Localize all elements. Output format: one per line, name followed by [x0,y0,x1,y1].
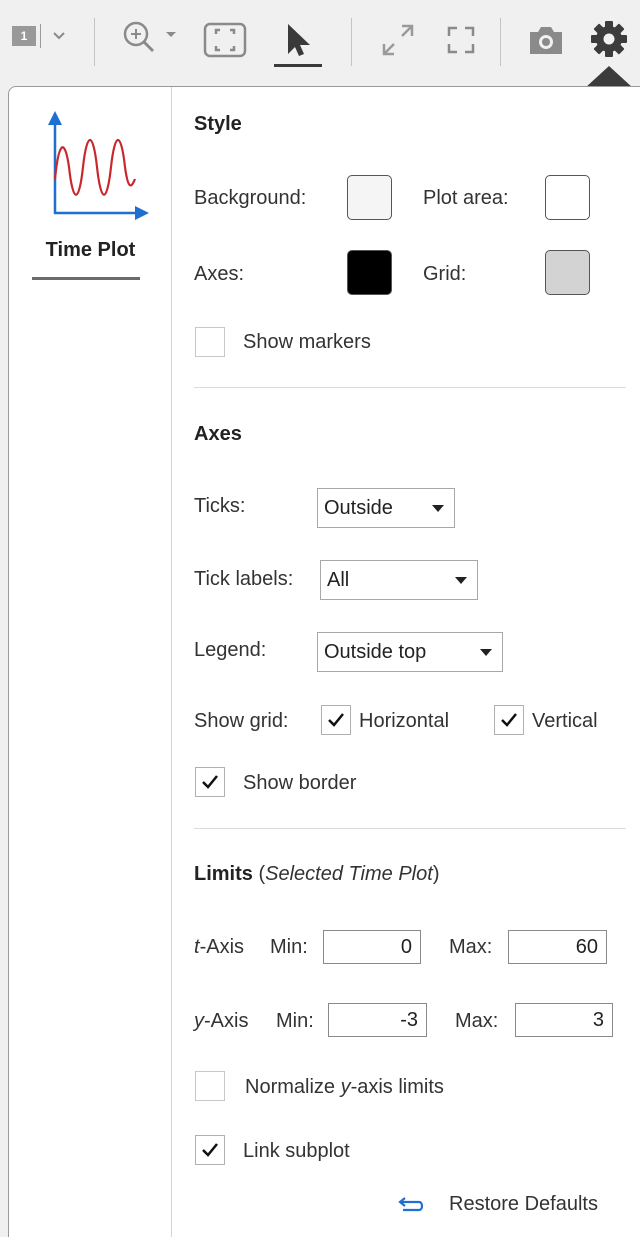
show-grid-label: Show grid: [194,710,289,732]
background-color-swatch[interactable] [347,175,392,220]
tick-labels-dropdown-value: All [327,568,350,591]
limits-heading: Limits (Selected Time Plot) [194,863,439,886]
selected-tab-indicator [32,277,140,280]
tick-labels-dropdown[interactable]: All [320,560,478,600]
restore-defaults-button[interactable]: Restore Defaults [397,1193,598,1216]
toolbar-separator [351,18,352,66]
zoom-button[interactable] [118,18,188,58]
plot-area-color-swatch[interactable] [545,175,590,220]
axes-color-swatch[interactable] [347,250,392,295]
time-plot-label: Time Plot [45,239,136,261]
snapshot-button[interactable] [522,20,570,60]
horizontal-grid-checkbox[interactable] [321,705,351,735]
limits-heading-label: Limits [194,863,253,885]
t-min-label: Min: [270,936,308,958]
expand-button[interactable] [376,18,420,62]
time-plot-thumbnail-icon [48,111,149,220]
chevron-down-icon [455,577,467,584]
axes-color-label: Axes: [194,263,245,285]
style-heading: Style [194,113,242,135]
toolbar: 1 [0,0,640,88]
vertical-grid-checkbox[interactable] [494,705,524,735]
limits-heading-paren-open: ( [252,863,266,885]
section-divider [194,387,626,388]
y-min-label: Min: [276,1010,314,1032]
page-number-badge: 1 [12,26,36,46]
section-divider [194,828,626,829]
link-subplot-label: Link subplot [243,1140,350,1162]
limits-heading-paren-close: ) [432,863,440,885]
checkmark-icon [202,775,218,789]
legend-dropdown[interactable]: Outside top [317,632,503,672]
fullscreen-button[interactable] [441,20,481,60]
fullscreen-icon [447,26,475,54]
restore-defaults-label: Restore Defaults [449,1193,598,1215]
tick-labels-label: Tick labels: [194,568,294,590]
settings-button[interactable] [585,14,633,68]
checkmark-icon [501,713,517,727]
show-markers-checkbox[interactable] [195,327,225,357]
legend-label: Legend: [194,639,267,661]
grid-color-swatch[interactable] [545,250,590,295]
y-axis-suffix: -Axis [204,1010,249,1032]
t-axis-suffix: -Axis [199,936,245,958]
y-axis-variable: y [194,1010,204,1032]
cursor-arrow-icon [274,24,322,67]
chevron-down-icon [480,649,492,656]
normalize-variable: y [340,1076,351,1098]
normalize-y-axis-label: Normalize y-axis limits [245,1076,444,1099]
time-plot-tab[interactable]: Time Plot [9,87,172,287]
show-border-label: Show border [243,772,357,794]
fit-to-view-button[interactable] [200,18,250,62]
badge-divider [40,24,41,48]
toolbar-separator [94,18,95,66]
expand-arrows-icon [382,24,414,56]
show-markers-label: Show markers [243,331,371,353]
camera-icon [530,27,562,54]
normalize-prefix: Normalize [245,1076,341,1098]
ticks-dropdown[interactable]: Outside [317,488,455,528]
normalize-suffix: -axis limits [350,1076,444,1098]
plot-area-label: Plot area: [423,187,509,209]
legend-dropdown-value: Outside top [324,640,427,663]
horizontal-grid-label: Horizontal [359,710,450,732]
layout-selector-button[interactable]: 1 [8,22,76,50]
y-axis-min-field[interactable]: -3 [328,1003,427,1037]
axes-heading: Axes [194,423,242,445]
y-axis-max-field[interactable]: 3 [515,1003,613,1037]
chevron-down-icon [432,505,444,512]
y-max-label: Max: [455,1010,499,1032]
vertical-grid-label: Vertical [532,710,598,732]
t-axis-label: t-Axis [194,936,244,959]
grid-color-label: Grid: [423,263,467,285]
t-axis-min-field[interactable]: 0 [323,930,421,964]
y-axis-label: y-Axis [194,1010,248,1033]
ticks-label: Ticks: [194,495,246,517]
select-button[interactable] [270,14,326,70]
link-subplot-checkbox[interactable] [195,1135,225,1165]
t-axis-max-field[interactable]: 60 [508,930,607,964]
settings-panel-pointer [585,66,633,88]
ticks-dropdown-value: Outside [324,496,393,519]
normalize-y-axis-checkbox[interactable] [195,1071,225,1101]
settings-panel: Time Plot Style Background: Plot area: A… [8,86,640,1237]
undo-arrow-icon [398,1196,424,1211]
zoom-in-icon [123,21,176,53]
checkmark-icon [202,1143,218,1157]
toolbar-separator [500,18,501,66]
gear-icon [591,21,627,57]
background-label: Background: [194,187,307,209]
show-border-checkbox[interactable] [195,767,225,797]
t-max-label: Max: [449,936,493,958]
limits-heading-selection: Selected Time Plot [265,863,433,885]
chevron-down-icon [53,32,65,40]
fit-to-view-icon [203,22,247,58]
checkmark-icon [328,713,344,727]
plot-sidebar: Time Plot [9,87,172,1237]
